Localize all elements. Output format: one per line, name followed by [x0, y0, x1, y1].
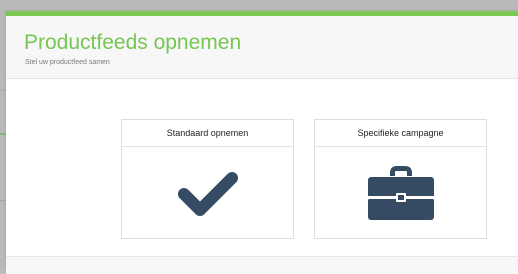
modal-title: Productfeeds opnemen [24, 31, 242, 54]
productfeed-modal: Productfeeds opnemen Stel uw productfeed… [6, 11, 518, 274]
option-standaard-opnemen[interactable]: Standaard opnemen [121, 119, 294, 239]
option-label: Specifieke campagne [315, 120, 486, 147]
option-specifieke-campagne[interactable]: Specifieke campagne [314, 119, 487, 239]
modal-footer [6, 257, 518, 274]
modal-header: Productfeeds opnemen Stel uw productfeed… [6, 16, 518, 79]
checkmark-icon [122, 147, 293, 238]
briefcase-icon [315, 147, 486, 238]
option-label: Standaard opnemen [122, 120, 293, 147]
modal-subtitle: Stel uw productfeed samen [25, 59, 110, 66]
